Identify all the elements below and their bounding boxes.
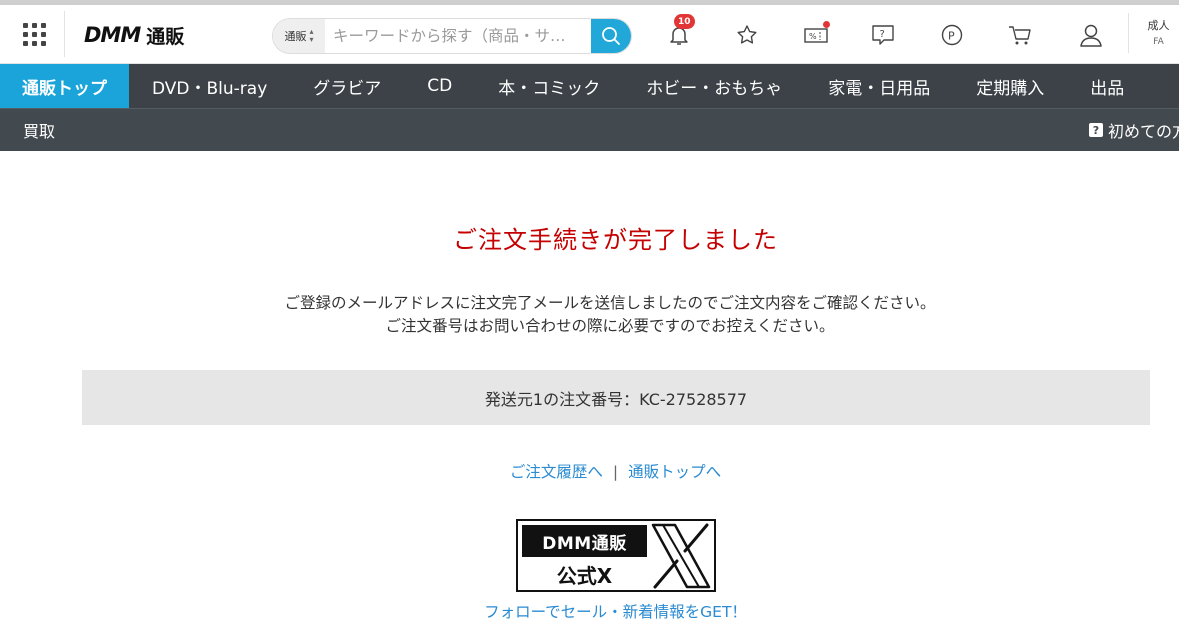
adult-switch[interactable]: 成人 FA [1138, 17, 1179, 53]
order-history-link[interactable]: ご注文履歴へ [510, 463, 603, 481]
points-icon: P [941, 24, 963, 46]
star-icon [737, 25, 757, 44]
user-icon [1080, 24, 1102, 47]
order-number-box: 発送元1の注文番号：KC-27528577 [82, 370, 1150, 425]
banner-brand-text: DMM通販 [522, 525, 647, 557]
app-grid-icon[interactable] [13, 17, 55, 51]
search-input[interactable] [325, 19, 591, 53]
page-title: ご注文手続きが完了しました [453, 226, 778, 254]
nav-item-tsuhan-top[interactable]: 通販トップ [0, 64, 129, 108]
search-category-label: 通販 [284, 30, 307, 43]
first-time-guide-label: 初めての方 [1108, 122, 1179, 141]
x-logo-icon [651, 523, 711, 589]
cart-icon [1009, 26, 1031, 45]
search-icon [602, 27, 620, 45]
help-bubble-icon: ? [872, 25, 894, 45]
site-logo[interactable]: DMM 通販 [84, 21, 184, 49]
search-category-select[interactable]: 通販 ▴ ▾ [273, 19, 325, 53]
favorites-button[interactable] [730, 20, 764, 50]
nav-item-subscription[interactable]: 定期購入 [953, 64, 1067, 108]
notification-button[interactable]: 10 [662, 14, 696, 50]
help-square-icon: ? [1089, 123, 1103, 137]
first-time-guide-link[interactable]: ? 初めての方 [1089, 109, 1179, 151]
site-header: DMM 通販 通販 ▴▾ 10 % ? P 成人 FA [0, 5, 1179, 64]
svg-text:?: ? [880, 29, 885, 40]
official-x-banner[interactable]: DMM通販 公式X [516, 519, 716, 592]
svg-text:P: P [948, 30, 955, 43]
header-divider-right [1128, 13, 1129, 53]
nav-item-electronics[interactable]: 家電・日用品 [805, 64, 953, 108]
message-line-2: ご注文番号はお問い合わせの際に必要ですのでお控えください。 [385, 317, 835, 335]
logo-dmm: DMM [84, 23, 141, 47]
result-links: ご注文履歴へ | 通販トップへ [0, 460, 1179, 482]
notification-badge: 10 [674, 14, 695, 29]
nav-item-books-comics[interactable]: 本・コミック [475, 64, 623, 108]
header-divider [64, 11, 65, 57]
help-button[interactable]: ? [866, 20, 900, 50]
nav-item-hobby-toys[interactable]: ホビー・おもちゃ [623, 64, 805, 108]
search-button[interactable] [591, 19, 631, 53]
follow-link[interactable]: フォローでセール・新着情報をGET！ [0, 600, 1179, 622]
tsuhan-top-link[interactable]: 通販トップへ [628, 463, 721, 481]
points-button[interactable]: P [935, 20, 969, 50]
primary-nav: 通販トップ DVD・Blu-ray グラビア CD 本・コミック ホビー・おもち… [0, 64, 1179, 108]
secondary-nav: 買取 ? 初めての方 [0, 108, 1179, 151]
adult-sub-label: FA [1153, 37, 1164, 47]
banner-official-text: 公式X [556, 563, 613, 588]
svg-text:%: % [809, 32, 817, 41]
message-line-1: ご登録のメールアドレスに注文完了メールを送信しましたのでご注文内容をご確認くださ… [284, 294, 936, 312]
nav-item-cd[interactable]: CD [404, 64, 475, 108]
link-separator: | [612, 463, 619, 481]
select-arrows-icon: ▴ ▾ [309, 27, 314, 44]
order-number-text: 発送元1の注文番号：KC-27528577 [484, 389, 748, 409]
coupon-dot [823, 21, 830, 28]
completion-message: ご登録のメールアドレスに注文完了メールを送信しましたのでご注文内容をご確認くださ… [0, 292, 1179, 338]
coupon-button[interactable]: % [799, 20, 833, 50]
cart-button[interactable] [1003, 20, 1037, 50]
nav-item-dvd-bluray[interactable]: DVD・Blu-ray [129, 64, 290, 108]
nav-item-buyback[interactable]: 買取 [23, 109, 55, 151]
adult-label: 成人 [1147, 19, 1170, 32]
nav-item-sell[interactable]: 出品 [1067, 64, 1147, 108]
logo-tsuhan: 通販 [146, 25, 185, 48]
account-button[interactable] [1074, 20, 1108, 50]
search-bar: 通販 ▴ ▾ [272, 18, 632, 54]
nav-item-gravure[interactable]: グラビア [290, 64, 404, 108]
